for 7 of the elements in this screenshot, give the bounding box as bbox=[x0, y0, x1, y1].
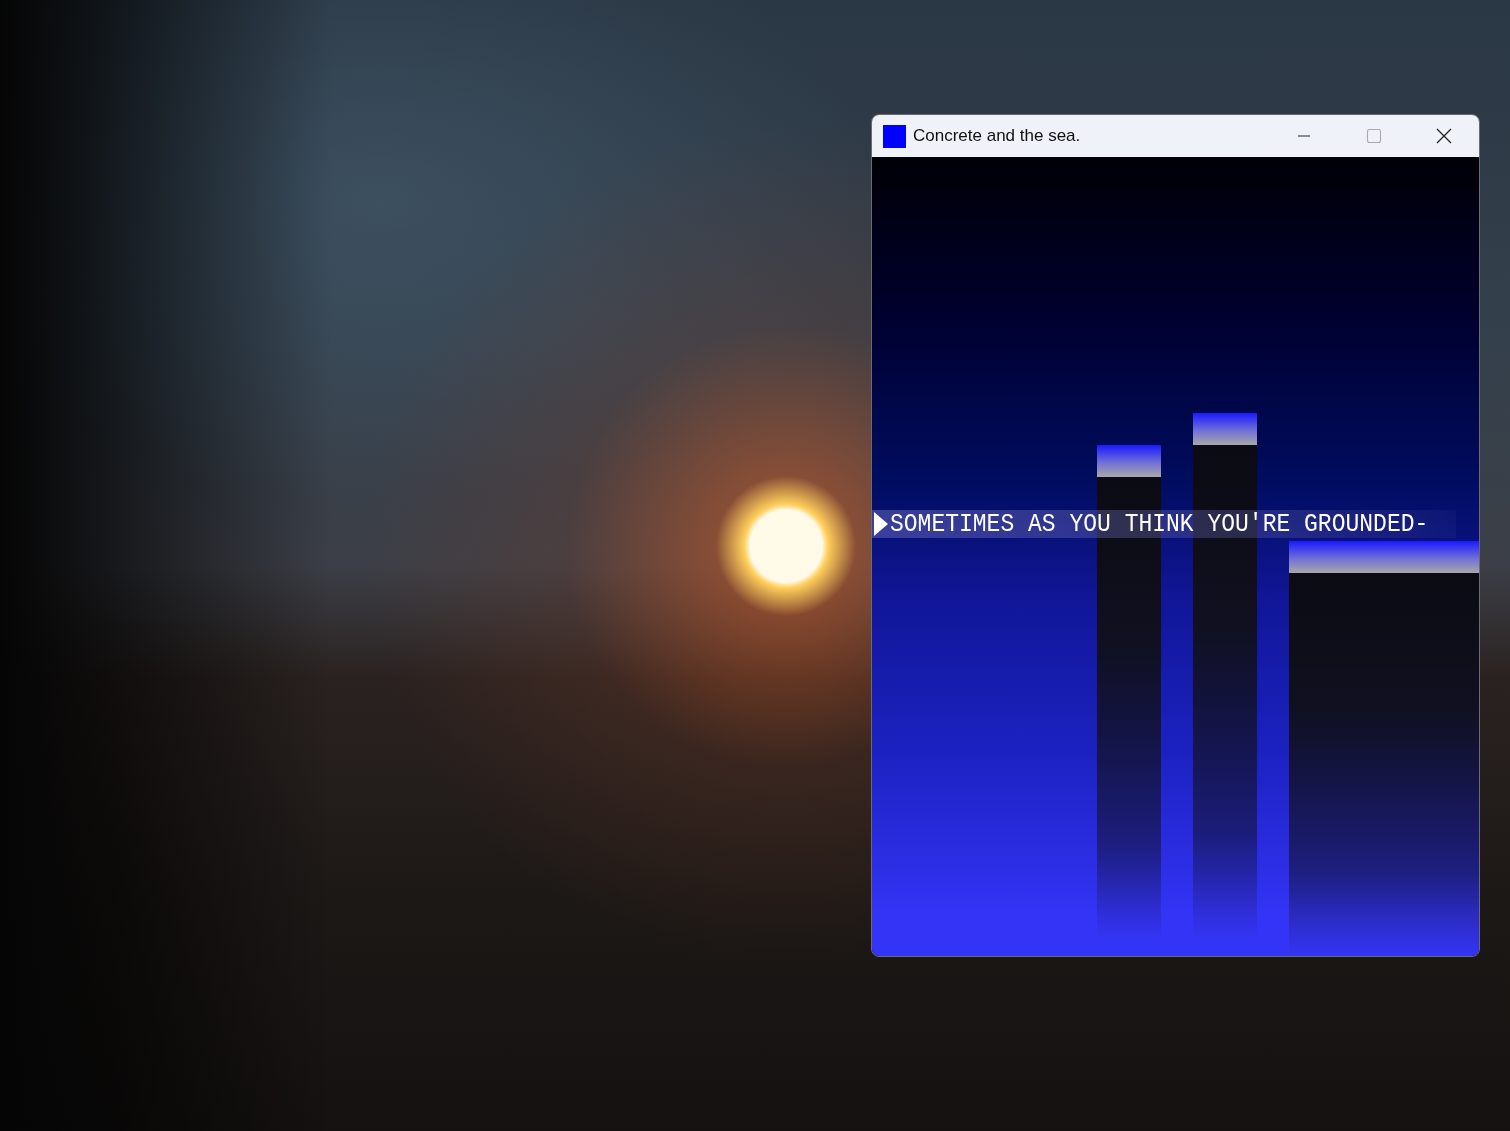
dialogue-text: SOMETIMES AS YOU THINK YOU'RE GROUNDED- bbox=[890, 508, 1429, 540]
play-arrow-icon bbox=[874, 512, 888, 536]
maximize-icon bbox=[1366, 128, 1382, 144]
window-title: Concrete and the sea. bbox=[913, 126, 1082, 146]
app-icon bbox=[883, 124, 906, 148]
close-icon bbox=[1436, 128, 1452, 144]
minimize-icon bbox=[1298, 135, 1310, 137]
